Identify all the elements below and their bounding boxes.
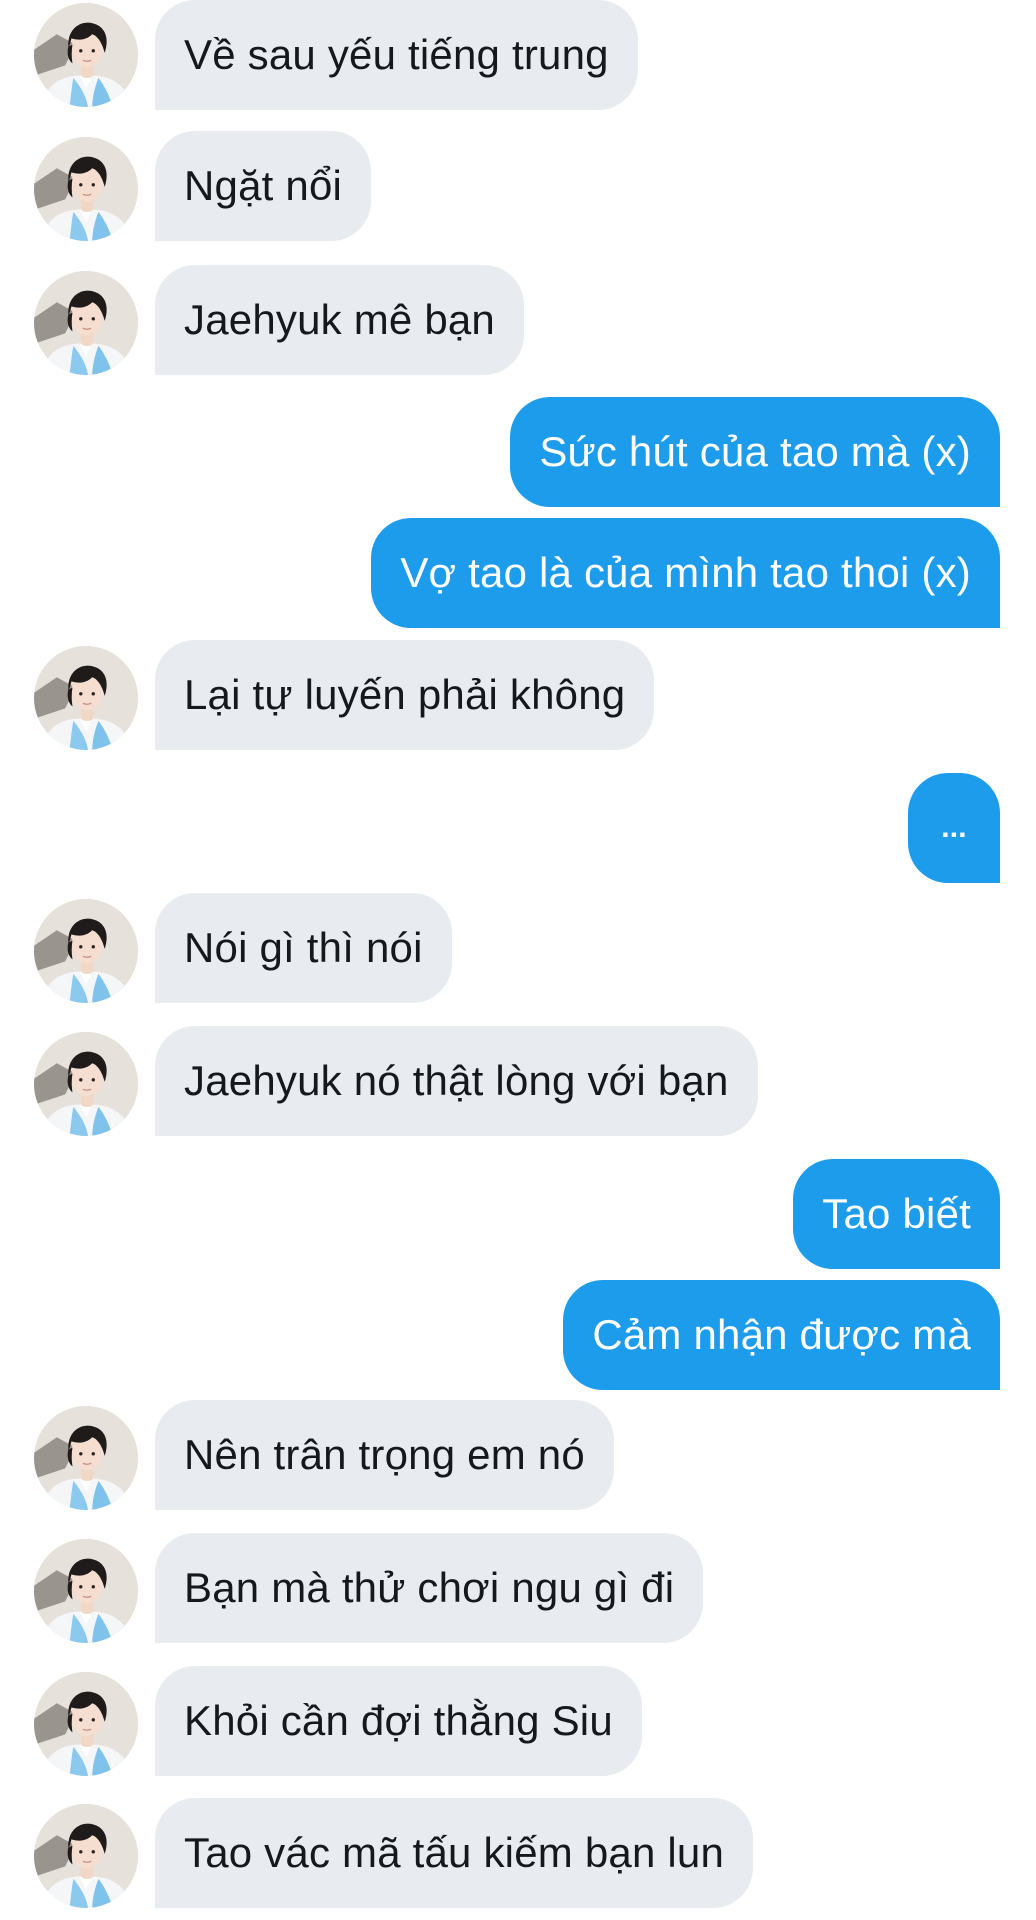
- avatar-image: [34, 3, 138, 107]
- message-incoming: Về sau yếu tiếng trung: [0, 0, 1036, 110]
- avatar-image: [34, 1032, 138, 1136]
- message-bubble[interactable]: Ngặt nổi: [155, 131, 372, 241]
- contact-avatar[interactable]: [34, 271, 138, 375]
- contact-avatar[interactable]: [34, 646, 138, 750]
- message-incoming: Jaehyuk nó thật lòng với bạn: [0, 1026, 1036, 1136]
- contact-avatar[interactable]: [34, 1539, 138, 1643]
- contact-avatar[interactable]: [34, 1032, 138, 1136]
- avatar-image: [34, 1804, 138, 1908]
- message-text: Jaehyuk nó thật lòng với bạn: [184, 1057, 729, 1104]
- contact-avatar[interactable]: [34, 1804, 138, 1908]
- message-bubble[interactable]: Về sau yếu tiếng trung: [155, 0, 638, 110]
- contact-avatar[interactable]: [34, 137, 138, 241]
- message-text: Ngặt nổi: [184, 162, 343, 209]
- message-bubble[interactable]: Bạn mà thử chơi ngu gì đi: [155, 1533, 704, 1643]
- message-text: Khỏi cần đợi thằng Siu: [184, 1697, 613, 1744]
- message-text: Nên trân trọng em nó: [184, 1431, 585, 1478]
- message-bubble[interactable]: Jaehyuk mê bạn: [155, 265, 524, 375]
- contact-avatar[interactable]: [34, 1672, 138, 1776]
- conversation-thread[interactable]: Về sau yếu tiếng trung Ngặt nổi Jaehyuk …: [0, 0, 1036, 1920]
- message-outgoing: Tao biết: [0, 1159, 1036, 1269]
- avatar-image: [34, 1406, 138, 1510]
- message-outgoing: ...: [0, 773, 1036, 883]
- message-incoming: Lại tự luyến phải không: [0, 640, 1036, 750]
- message-text: Tao biết: [822, 1190, 971, 1237]
- message-bubble[interactable]: Tao biết: [793, 1159, 1000, 1269]
- message-text: Vợ tao là của mình tao thoi (x): [400, 549, 971, 596]
- message-bubble[interactable]: Lại tự luyến phải không: [155, 640, 655, 750]
- message-text: Về sau yếu tiếng trung: [184, 31, 609, 78]
- message-text: Jaehyuk mê bạn: [184, 296, 495, 343]
- message-outgoing: Sức hút của tao mà (x): [0, 397, 1036, 507]
- avatar-image: [34, 271, 138, 375]
- contact-avatar[interactable]: [34, 1406, 138, 1510]
- message-bubble[interactable]: Cảm nhận được mà: [563, 1280, 1000, 1390]
- avatar-image: [34, 646, 138, 750]
- message-incoming: Ngặt nổi: [0, 131, 1036, 241]
- message-incoming: Khỏi cần đợi thằng Siu: [0, 1666, 1036, 1776]
- message-bubble[interactable]: Nói gì thì nói: [155, 893, 452, 1003]
- contact-avatar[interactable]: [34, 3, 138, 107]
- message-incoming: Nên trân trọng em nó: [0, 1400, 1036, 1510]
- message-bubble[interactable]: Tao vác mã tấu kiếm bạn lun: [155, 1798, 754, 1908]
- avatar-image: [34, 137, 138, 241]
- message-bubble[interactable]: ...: [908, 773, 1000, 883]
- avatar-image: [34, 1539, 138, 1643]
- message-text: Lại tự luyến phải không: [184, 671, 626, 718]
- contact-avatar[interactable]: [34, 899, 138, 1003]
- message-outgoing: Vợ tao là của mình tao thoi (x): [0, 518, 1036, 628]
- message-text: ...: [941, 811, 967, 844]
- message-bubble[interactable]: Nên trân trọng em nó: [155, 1400, 614, 1510]
- message-text: Sức hút của tao mà (x): [539, 428, 971, 475]
- message-bubble[interactable]: Vợ tao là của mình tao thoi (x): [371, 518, 1000, 628]
- message-text: Bạn mà thử chơi ngu gì đi: [184, 1564, 675, 1611]
- message-incoming: Tao vác mã tấu kiếm bạn lun: [0, 1798, 1036, 1908]
- message-incoming: Jaehyuk mê bạn: [0, 265, 1036, 375]
- message-incoming: Bạn mà thử chơi ngu gì đi: [0, 1533, 1036, 1643]
- message-incoming: Nói gì thì nói: [0, 893, 1036, 1003]
- avatar-image: [34, 1672, 138, 1776]
- avatar-image: [34, 899, 138, 1003]
- message-text: Cảm nhận được mà: [592, 1311, 971, 1358]
- message-text: Tao vác mã tấu kiếm bạn lun: [184, 1829, 725, 1876]
- message-bubble[interactable]: Sức hút của tao mà (x): [510, 397, 1000, 507]
- message-text: Nói gì thì nói: [184, 924, 423, 971]
- message-bubble[interactable]: Khỏi cần đợi thằng Siu: [155, 1666, 642, 1776]
- message-outgoing: Cảm nhận được mà: [0, 1280, 1036, 1390]
- message-bubble[interactable]: Jaehyuk nó thật lòng với bạn: [155, 1026, 758, 1136]
